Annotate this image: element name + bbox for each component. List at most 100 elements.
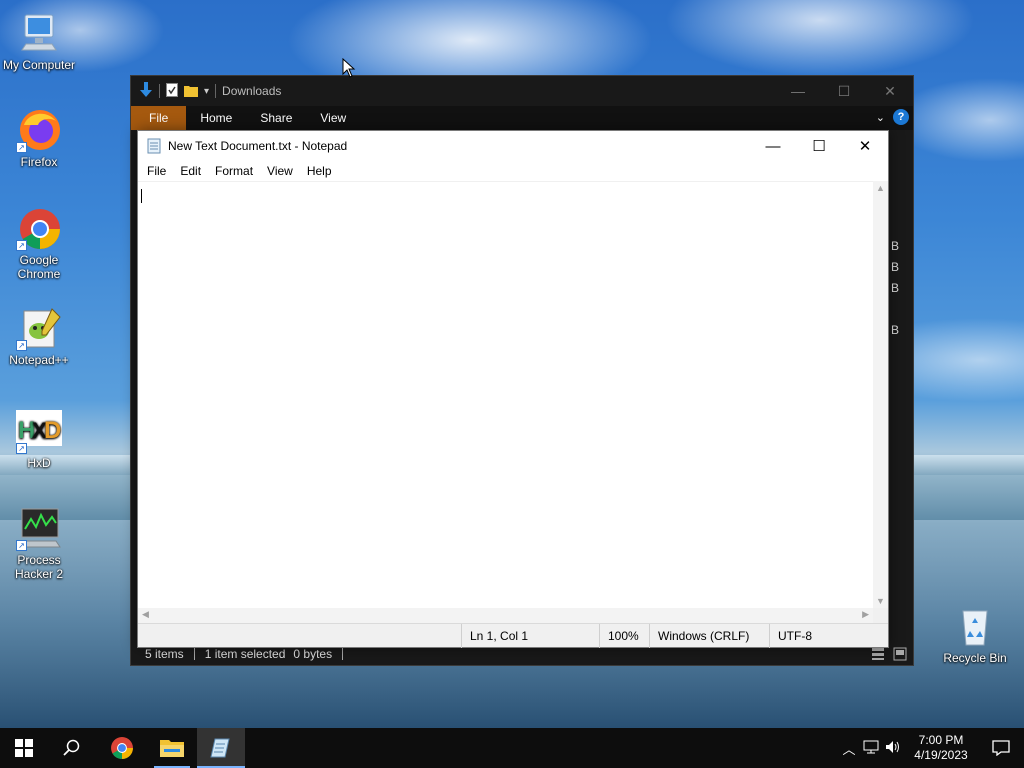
expand-ribbon-chevron-icon[interactable]: ⌄: [876, 111, 885, 124]
text-editor-area[interactable]: [138, 181, 873, 608]
horizontal-scrollbar[interactable]: ◀ ▶: [138, 608, 873, 623]
volume-icon[interactable]: [882, 740, 904, 757]
chrome-icon: [111, 737, 133, 759]
desktop-icon-recycle-bin[interactable]: Recycle Bin: [936, 603, 1014, 665]
desktop-icon-label: Process Hacker 2: [14, 553, 64, 581]
desktop-icon-hxd[interactable]: H X D ↗ HxD: [0, 408, 78, 470]
clock-time: 7:00 PM: [918, 733, 964, 747]
desktop-icon-label: Notepad++: [9, 353, 69, 367]
notification-center-button[interactable]: [978, 740, 1024, 756]
taskbar-chrome-button[interactable]: [98, 728, 146, 768]
hxd-icon: H X D ↗: [16, 408, 64, 454]
windows-logo-icon: [15, 739, 33, 757]
taskbar-notepad-button[interactable]: [197, 728, 245, 768]
separator: [215, 84, 217, 98]
vertical-scrollbar[interactable]: ▲ ▼: [873, 181, 888, 608]
scroll-left-icon[interactable]: ◀: [142, 609, 149, 620]
scroll-down-icon[interactable]: ▼: [876, 596, 885, 606]
notepad-icon: [210, 738, 230, 758]
notepad-app-icon: [147, 138, 161, 154]
zoom-level: 100%: [599, 624, 649, 648]
firefox-icon: ↗: [16, 107, 62, 153]
search-button[interactable]: [48, 728, 96, 768]
selection-size: 0 bytes: [293, 647, 333, 661]
desktop-icon-firefox[interactable]: ↗ Firefox: [0, 107, 78, 169]
download-arrow-icon[interactable]: [139, 81, 153, 101]
shortcut-arrow-icon: ↗: [16, 340, 27, 351]
notepad-status-bar: Ln 1, Col 1 100% Windows (CRLF) UTF-8: [138, 623, 888, 648]
process-hacker-icon: ↗: [16, 505, 62, 551]
details-view-icon[interactable]: [871, 647, 885, 664]
scroll-right-icon[interactable]: ▶: [862, 609, 869, 620]
separator: [193, 648, 195, 660]
size-cell: B: [891, 323, 900, 337]
tab-share[interactable]: Share: [246, 106, 306, 130]
desktop-icon-google-chrome[interactable]: ↗ Google Chrome: [0, 205, 78, 281]
desktop: My Computer ↗ Firefox ↗ Google Chrome ↗ …: [0, 0, 1024, 728]
tab-file[interactable]: File: [131, 106, 187, 130]
desktop-icon-my-computer[interactable]: My Computer: [0, 10, 78, 72]
new-folder-icon[interactable]: [184, 83, 198, 100]
scroll-up-icon[interactable]: ▲: [876, 183, 885, 193]
close-button[interactable]: ✕: [842, 131, 888, 161]
tab-view[interactable]: View: [306, 106, 360, 130]
line-ending: Windows (CRLF): [649, 624, 769, 648]
shortcut-arrow-icon: ↗: [16, 443, 27, 454]
system-tray: ︿ 7:00 PM 4/19/2023: [838, 728, 1024, 768]
desktop-icon-notepadpp[interactable]: ↗ Notepad++: [0, 305, 78, 367]
desktop-icon-label: HxD: [27, 456, 51, 470]
selection-count: 1 item selected: [204, 647, 286, 661]
size-cell: B: [891, 260, 900, 274]
size-cell: B: [891, 281, 900, 295]
close-button[interactable]: ✕: [867, 76, 913, 106]
notepad-titlebar[interactable]: New Text Document.txt - Notepad — ☐ ✕: [138, 131, 888, 161]
properties-check-icon[interactable]: [166, 82, 178, 100]
size-cell: B: [891, 239, 900, 253]
menu-file[interactable]: File: [140, 164, 173, 178]
svg-text:D: D: [44, 417, 61, 444]
mouse-cursor-icon: [342, 57, 356, 81]
chevron-up-icon[interactable]: ︿: [838, 739, 860, 758]
menu-edit[interactable]: Edit: [173, 164, 208, 178]
menu-help[interactable]: Help: [300, 164, 339, 178]
window-title: New Text Document.txt - Notepad: [168, 139, 348, 153]
notepad-window[interactable]: New Text Document.txt - Notepad — ☐ ✕ Fi…: [137, 130, 889, 648]
clock[interactable]: 7:00 PM 4/19/2023: [904, 733, 978, 763]
recycle-bin-icon: [952, 603, 998, 649]
chrome-icon: ↗: [16, 205, 62, 251]
computer-icon: [16, 10, 62, 56]
explorer-ribbon: File Home Share View ⌄ ?: [131, 106, 913, 130]
notification-icon: [992, 740, 1010, 756]
minimize-button[interactable]: —: [750, 131, 796, 161]
help-button[interactable]: ?: [893, 109, 909, 125]
menu-format[interactable]: Format: [208, 164, 260, 178]
menu-view[interactable]: View: [260, 164, 300, 178]
taskbar: ︿ 7:00 PM 4/19/2023: [0, 728, 1024, 768]
large-icons-view-icon[interactable]: [893, 647, 907, 664]
explorer-title: Downloads: [222, 84, 282, 98]
desktop-icon-process-hacker[interactable]: ↗ Process Hacker 2: [0, 505, 78, 581]
explorer-size-column: B B B B: [891, 236, 913, 341]
text-caret: [141, 189, 142, 203]
folder-icon: [160, 740, 184, 757]
notepadpp-icon: ↗: [16, 305, 62, 351]
shortcut-arrow-icon: ↗: [16, 240, 27, 251]
explorer-titlebar[interactable]: ▾ Downloads — ☐ ✕: [131, 76, 913, 106]
chevron-down-icon[interactable]: ▾: [204, 86, 209, 97]
shortcut-arrow-icon: ↗: [16, 142, 27, 153]
separator: [159, 84, 160, 98]
taskbar-file-explorer-button[interactable]: [148, 728, 196, 768]
search-icon: [63, 739, 80, 756]
clock-date: 4/19/2023: [914, 748, 968, 762]
network-icon[interactable]: [860, 740, 882, 757]
tab-home[interactable]: Home: [186, 106, 246, 130]
encoding: UTF-8: [769, 624, 888, 648]
minimize-button[interactable]: —: [775, 76, 821, 106]
scroll-corner: [873, 608, 888, 623]
maximize-button[interactable]: ☐: [796, 131, 842, 161]
maximize-button[interactable]: ☐: [821, 76, 867, 106]
start-button[interactable]: [0, 728, 48, 768]
desktop-icon-label: Firefox: [20, 155, 58, 169]
item-count: 5 items: [145, 647, 184, 661]
desktop-icon-label: Recycle Bin: [943, 651, 1007, 665]
